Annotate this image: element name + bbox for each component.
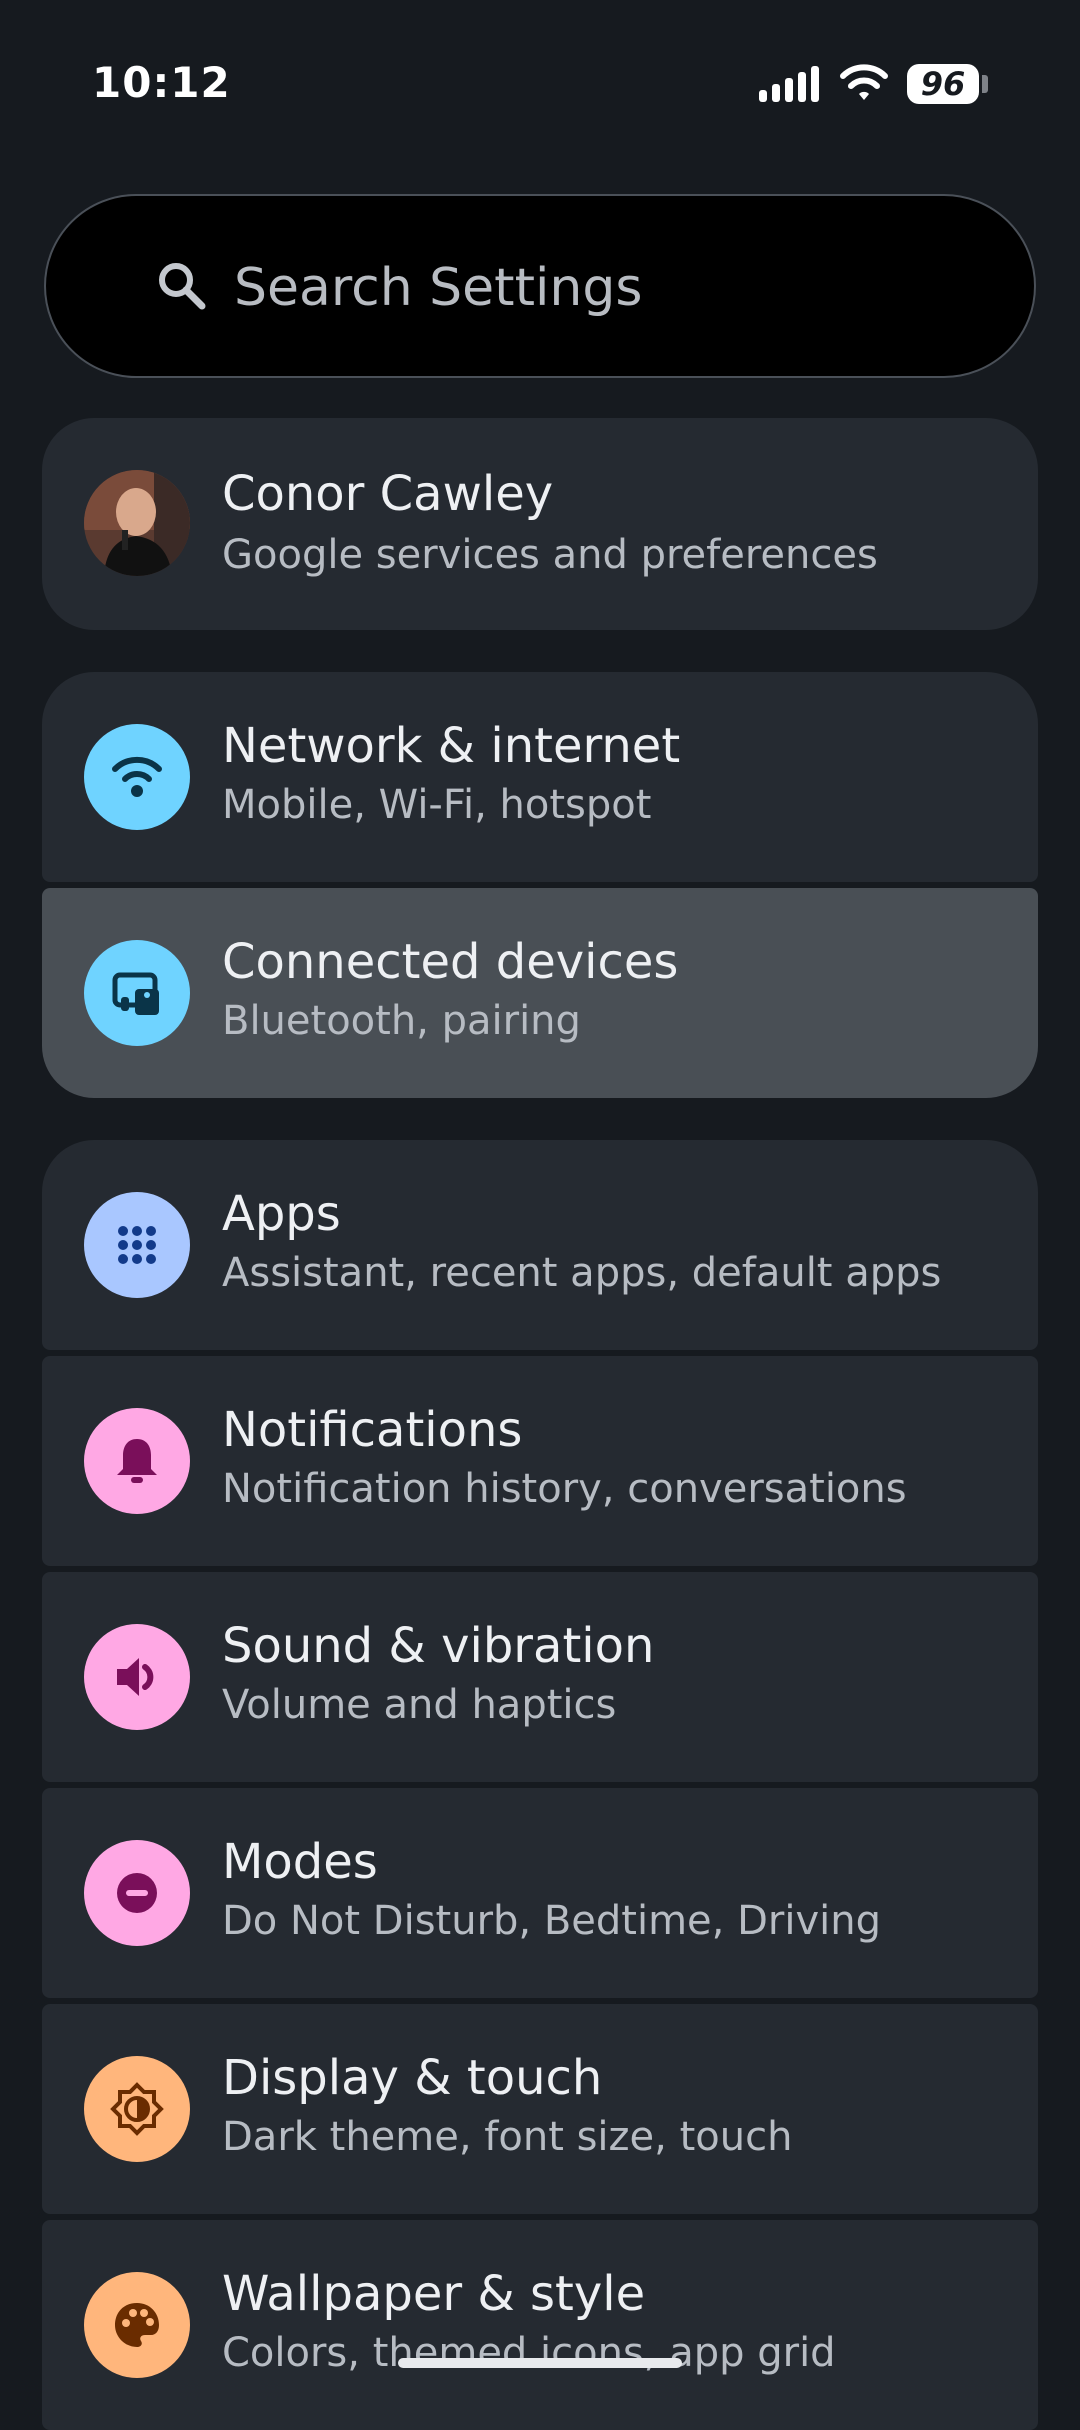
modes-subtitle: Do Not Disturb, Bedtime, Driving — [222, 1898, 881, 1944]
display-title: Display & touch — [222, 2050, 603, 2106]
wallpaper-title: Wallpaper & style — [222, 2266, 646, 2322]
speaker-icon — [84, 1624, 190, 1730]
settings-item-modes[interactable]: Modes Do Not Disturb, Bedtime, Driving — [42, 1788, 1038, 1998]
apps-subtitle: Assistant, recent apps, default apps — [222, 1250, 942, 1296]
search-bar[interactable]: Search Settings — [44, 194, 1036, 378]
battery-icon: 96 — [907, 64, 988, 104]
account-card[interactable]: Conor Cawley Google services and prefere… — [42, 418, 1038, 630]
status-bar: 10:12 96 — [0, 0, 1080, 170]
bell-icon — [84, 1408, 190, 1514]
modes-title: Modes — [222, 1834, 378, 1890]
network-subtitle: Mobile, Wi-Fi, hotspot — [222, 782, 652, 828]
battery-level: 96 — [907, 64, 979, 104]
notifications-title: Notifications — [222, 1402, 523, 1458]
search-placeholder: Search Settings — [234, 258, 643, 318]
wifi-icon — [84, 724, 190, 830]
settings-item-connected-devices[interactable]: Connected devices Bluetooth, pairing — [42, 888, 1038, 1098]
wallpaper-subtitle: Colors, themed icons, app grid — [222, 2330, 836, 2376]
do-not-disturb-icon — [84, 1840, 190, 1946]
avatar — [84, 470, 190, 576]
settings-item-apps[interactable]: Apps Assistant, recent apps, default app… — [42, 1140, 1038, 1350]
brightness-icon — [84, 2056, 190, 2162]
search-icon — [159, 263, 206, 310]
apps-grid-icon — [84, 1192, 190, 1298]
sound-subtitle: Volume and haptics — [222, 1682, 617, 1728]
settings-item-sound[interactable]: Sound & vibration Volume and haptics — [42, 1572, 1038, 1782]
display-subtitle: Dark theme, font size, touch — [222, 2114, 793, 2160]
palette-icon — [84, 2272, 190, 2378]
settings-item-wallpaper[interactable]: Wallpaper & style Colors, themed icons, … — [42, 2220, 1038, 2430]
notifications-subtitle: Notification history, conversations — [222, 1466, 907, 1512]
connected-title: Connected devices — [222, 934, 679, 990]
signal-icon — [759, 66, 819, 102]
wifi-icon — [840, 64, 888, 100]
status-icons: 96 — [757, 62, 988, 106]
status-time: 10:12 — [92, 58, 231, 107]
account-name: Conor Cawley — [222, 466, 554, 522]
settings-item-display[interactable]: Display & touch Dark theme, font size, t… — [42, 2004, 1038, 2214]
settings-item-network[interactable]: Network & internet Mobile, Wi-Fi, hotspo… — [42, 672, 1038, 882]
sound-title: Sound & vibration — [222, 1618, 655, 1674]
gesture-navigation-bar[interactable] — [398, 2358, 682, 2368]
connected-subtitle: Bluetooth, pairing — [222, 998, 581, 1044]
devices-icon — [84, 940, 190, 1046]
account-subtitle: Google services and preferences — [222, 532, 878, 578]
settings-item-notifications[interactable]: Notifications Notification history, conv… — [42, 1356, 1038, 1566]
network-title: Network & internet — [222, 718, 681, 774]
apps-title: Apps — [222, 1186, 341, 1242]
